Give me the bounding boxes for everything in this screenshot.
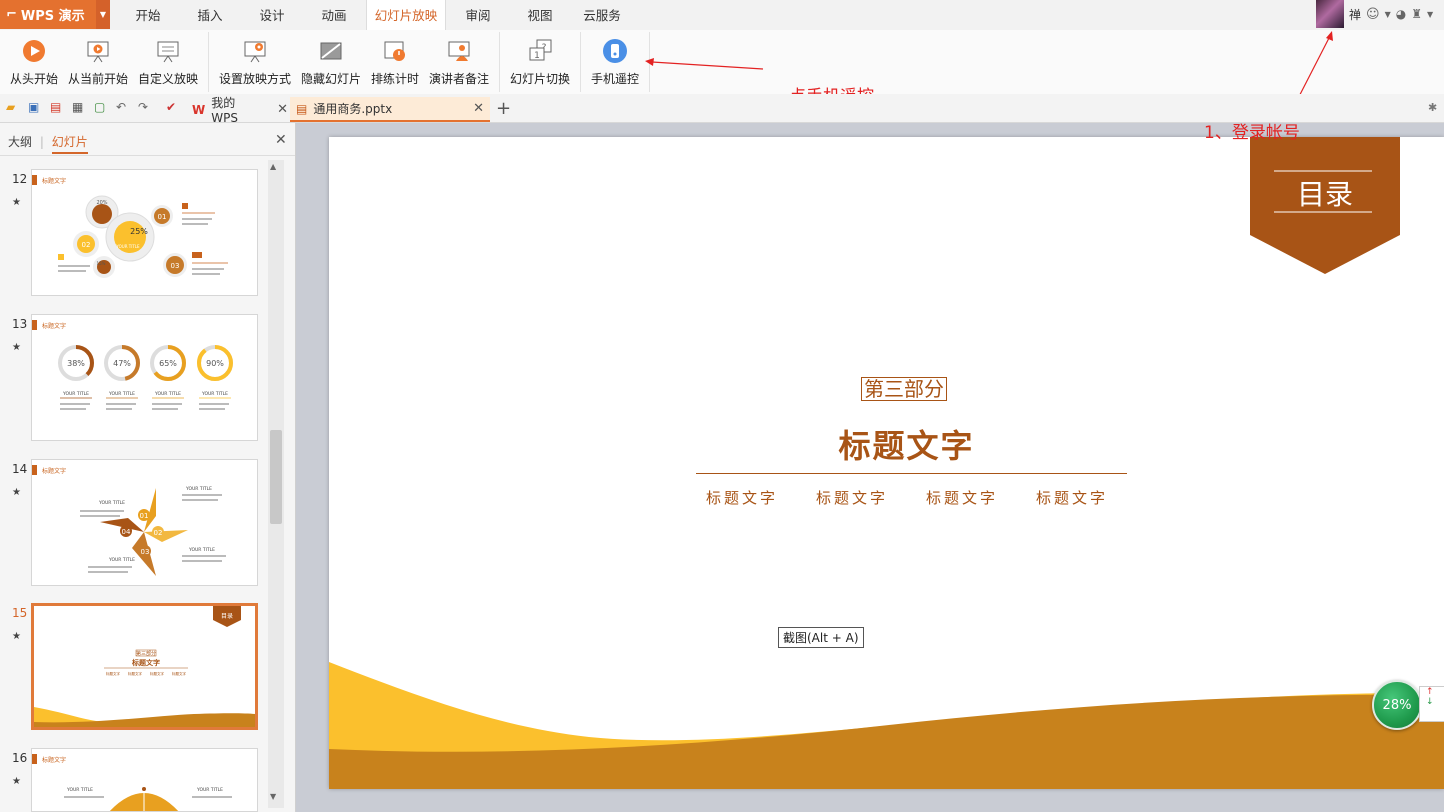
svg-text:YOUR TITLE: YOUR TITLE — [201, 391, 228, 397]
login-hint-annotation: 1、登录帐号 — [1204, 123, 1300, 143]
svg-text:02: 02 — [154, 529, 163, 537]
slide-thumbnail-13[interactable]: 标题文字 38% 47% 65% 90% YOUR TITLE YOUR TIT… — [31, 314, 258, 441]
svg-text:YOUR TITLE: YOUR TITLE — [108, 391, 135, 397]
tab-divider: | — [39, 135, 44, 149]
animation-star-icon-5: ★ — [12, 776, 21, 787]
slide-number-12: 12 — [12, 172, 28, 186]
svg-text:YOUR TITLE: YOUR TITLE — [188, 547, 215, 553]
slide-title[interactable]: 标题文字 — [329, 421, 1444, 467]
svg-text:YOUR TITLE: YOUR TITLE — [185, 486, 212, 492]
download-arrow-icon: ↓ — [1426, 697, 1434, 707]
slide-number-15: 15 — [12, 606, 28, 620]
network-speed-panel: ↑ ↓ — [1419, 686, 1444, 722]
svg-text:YOUR TITLE: YOUR TITLE — [154, 391, 181, 397]
tab-current-file[interactable]: ▤ 通用商务.pptx ✕ — [290, 97, 490, 122]
slide-thumbnail-12[interactable]: 标题文字 20% 25% YOUR TITLE 02 01 15% 03 — [31, 169, 258, 296]
redo-icon[interactable]: ↷ — [138, 100, 152, 114]
title-divider — [696, 473, 1127, 474]
slide-subtitle-3[interactable]: 标题文字 — [926, 487, 998, 508]
tab-my-wps-label: 我的WPS — [211, 96, 238, 125]
open-folder-icon[interactable]: ▰ — [6, 100, 20, 114]
svg-text:YOUR TITLE: YOUR TITLE — [66, 787, 93, 793]
customize-toolbar-icon[interactable]: ✔ — [166, 100, 180, 114]
upload-arrow-icon: ↑ — [1426, 687, 1434, 697]
main-slide[interactable]: 目录 第三部分 标题文字 标题文字 标题文字 标题文字 标题文字 截图(Alt … — [329, 137, 1444, 789]
svg-text:90%: 90% — [206, 359, 224, 368]
print-icon[interactable]: ▦ — [72, 100, 86, 114]
tab-my-wps[interactable]: W 我的WPS ✕ — [186, 96, 288, 125]
scroll-thumb[interactable] — [270, 430, 282, 524]
save-icon[interactable]: ▣ — [28, 100, 42, 114]
svg-text:02: 02 — [82, 241, 91, 249]
svg-text:20%: 20% — [96, 200, 107, 206]
close-tab-icon[interactable]: ✕ — [277, 102, 288, 117]
svg-text:YOUR TITLE: YOUR TITLE — [115, 244, 140, 249]
svg-text:标题文字: 标题文字 — [150, 671, 164, 676]
animation-star-icon-2: ★ — [12, 342, 21, 353]
svg-text:15%: 15% — [97, 261, 106, 266]
slide-part-label[interactable]: 第三部分 — [861, 377, 947, 401]
svg-text:01: 01 — [140, 512, 149, 520]
slide-subtitle-1[interactable]: 标题文字 — [706, 487, 778, 508]
svg-text:47%: 47% — [113, 359, 131, 368]
undo-icon[interactable]: ↶ — [116, 100, 130, 114]
slide-number-14: 14 — [12, 462, 28, 476]
slide-number-16: 16 — [12, 751, 28, 765]
svg-text:标题文字: 标题文字 — [42, 467, 66, 475]
memory-usage-percent: 28% — [1382, 697, 1412, 713]
svg-text:标题文字: 标题文字 — [42, 756, 66, 764]
svg-text:25%: 25% — [130, 227, 148, 236]
slide-number-13: 13 — [12, 317, 28, 331]
animation-star-icon-3: ★ — [12, 487, 21, 498]
svg-text:第三部分: 第三部分 — [136, 650, 156, 657]
svg-text:标题文字: 标题文字 — [106, 671, 120, 676]
svg-text:03: 03 — [141, 548, 150, 556]
close-panel-icon[interactable]: ✕ — [275, 132, 287, 148]
scroll-up-icon[interactable]: ▲ — [270, 162, 276, 171]
svg-text:YOUR TITLE: YOUR TITLE — [98, 500, 125, 506]
svg-text:标题文字: 标题文字 — [42, 322, 66, 330]
svg-text:01: 01 — [158, 213, 167, 221]
svg-text:38%: 38% — [67, 359, 85, 368]
slide-thumbnail-14[interactable]: 标题文字 01 02 03 04 YOUR TITLE YOUR TITLE Y… — [31, 459, 258, 586]
tab-current-file-label: 通用商务.pptx — [313, 102, 393, 116]
scroll-down-icon[interactable]: ▼ — [270, 792, 276, 801]
catalog-badge-text: 目录 — [1296, 178, 1353, 211]
svg-text:04: 04 — [122, 528, 131, 536]
svg-text:YOUR TITLE: YOUR TITLE — [62, 391, 89, 397]
tab-outline[interactable]: 大纲 — [8, 135, 32, 149]
side-panel-tabs: 大纲 | 幻灯片 — [8, 133, 88, 154]
screenshot-tooltip: 截图(Alt + A) — [778, 627, 864, 648]
tab-slides[interactable]: 幻灯片 — [51, 135, 88, 154]
new-tab-icon[interactable]: + — [496, 98, 511, 119]
side-panel-divider — [0, 155, 295, 156]
animation-star-icon-4: ★ — [12, 631, 21, 642]
svg-text:标题文字: 标题文字 — [131, 658, 160, 667]
ppt-file-icon: ▤ — [296, 101, 308, 116]
svg-text:目录: 目录 — [221, 612, 233, 620]
close-tab-icon-2[interactable]: ✕ — [473, 101, 484, 116]
catalog-badge: 目录 — [1250, 137, 1400, 274]
svg-text:03: 03 — [171, 262, 180, 270]
pin-icon[interactable]: ✱ — [1428, 101, 1437, 114]
slide-subtitle-4[interactable]: 标题文字 — [1036, 487, 1108, 508]
slide-thumbnail-16[interactable]: 标题文字 YOUR TITLE YOUR TITLE — [31, 748, 258, 812]
slide-thumbnail-15[interactable]: 目录 第三部分 标题文字 标题文字 标题文字 标题文字 标题文字 — [31, 603, 258, 730]
thumb-header-text: 标题文字 — [42, 177, 66, 185]
svg-text:标题文字: 标题文字 — [128, 671, 142, 676]
svg-text:标题文字: 标题文字 — [172, 671, 186, 676]
svg-text:YOUR TITLE: YOUR TITLE — [196, 787, 223, 793]
slide-subtitle-2[interactable]: 标题文字 — [816, 487, 888, 508]
print-preview-icon[interactable]: ▢ — [94, 100, 108, 114]
memory-usage-widget[interactable]: 28% — [1372, 680, 1422, 730]
animation-star-icon: ★ — [12, 197, 21, 208]
export-pdf-icon[interactable]: ▤ — [50, 100, 64, 114]
svg-text:YOUR TITLE: YOUR TITLE — [108, 557, 135, 563]
svg-text:65%: 65% — [159, 359, 177, 368]
wps-w-icon: W — [192, 102, 206, 117]
